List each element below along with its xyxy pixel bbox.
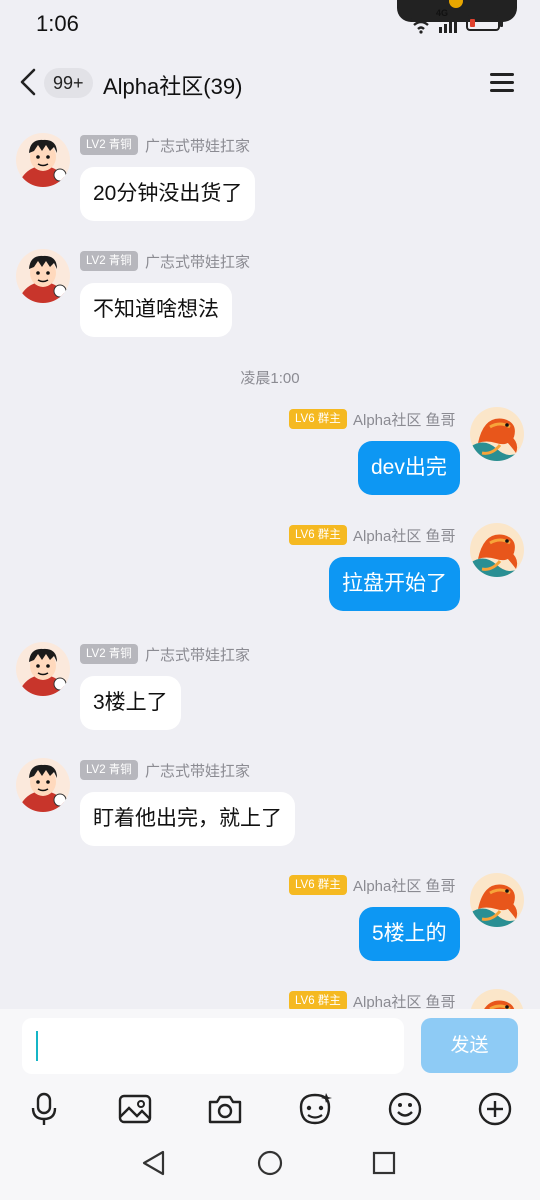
sender-name[interactable]: Alpha社区 鱼哥 — [353, 525, 456, 546]
sender-name[interactable]: 广志式带娃扛家 — [145, 135, 250, 156]
level-badge: LV6 群主 — [289, 875, 347, 895]
sender-name[interactable]: Alpha社区 鱼哥 — [353, 875, 456, 896]
time-divider: 凌晨1:00 — [240, 370, 300, 387]
message-bubble[interactable]: 盯着他出完，就上了 — [80, 792, 295, 846]
message-bubble[interactable]: 拉盘开始了 — [329, 557, 460, 611]
avatar[interactable] — [470, 989, 524, 1009]
avatar[interactable] — [16, 642, 70, 696]
sender-name[interactable]: Alpha社区 鱼哥 — [353, 409, 456, 430]
signal-icon — [439, 16, 457, 33]
message-bubble[interactable]: dev出完 — [358, 441, 460, 495]
level-badge: LV2 青铜 — [80, 251, 138, 271]
chat-header: 99+ Alpha社区(39) — [0, 55, 540, 111]
status-time: 1:06 — [36, 11, 79, 36]
avatar[interactable] — [16, 758, 70, 812]
level-badge: LV2 青铜 — [80, 644, 138, 664]
input-toolbar — [0, 1085, 540, 1133]
sender-name[interactable]: 广志式带娃扛家 — [145, 760, 250, 781]
status-bar: 1:06 4G — [0, 0, 540, 48]
level-badge: LV2 青铜 — [80, 135, 138, 155]
group-title[interactable]: Alpha社区(39) — [103, 69, 242, 101]
text-caret — [36, 1031, 38, 1061]
camera-icon[interactable] — [205, 1089, 245, 1129]
recents-square-icon[interactable] — [364, 1143, 404, 1183]
avatar[interactable] — [16, 249, 70, 303]
level-badge: LV6 群主 — [289, 409, 347, 429]
pill-dot-icon — [449, 0, 463, 8]
level-badge: LV2 青铜 — [80, 760, 138, 780]
back-triangle-icon[interactable] — [135, 1143, 175, 1183]
level-badge: LV6 群主 — [289, 991, 347, 1009]
message-bubble[interactable]: 5楼上的 — [359, 907, 460, 961]
message-list[interactable]: 凌晨1:00 LV2 青铜 广志式带娃扛家 20分钟没出货了 LV2 青铜 广志式带娃扛… — [0, 111, 540, 1009]
plus-icon[interactable] — [475, 1089, 515, 1129]
message-bubble[interactable]: 20分钟没出货了 — [80, 167, 256, 221]
sender-name[interactable]: 广志式带娃扛家 — [145, 644, 250, 665]
home-circle-icon[interactable] — [250, 1143, 290, 1183]
microphone-icon[interactable] — [24, 1089, 64, 1129]
message-input[interactable] — [22, 1018, 404, 1074]
level-badge: LV6 群主 — [289, 525, 347, 545]
battery-icon — [466, 15, 503, 31]
avatar[interactable] — [470, 523, 524, 577]
back-arrow-icon[interactable] — [14, 65, 44, 99]
sender-name[interactable]: Alpha社区 鱼哥 — [353, 991, 456, 1009]
wifi-icon — [409, 15, 433, 34]
sticker-icon[interactable] — [295, 1089, 335, 1129]
unread-count-badge[interactable]: 99+ — [44, 68, 93, 98]
sender-name[interactable]: 广志式带娃扛家 — [145, 251, 250, 272]
image-icon[interactable] — [115, 1089, 155, 1129]
send-button[interactable]: 发送 — [421, 1018, 518, 1073]
emoji-icon[interactable] — [385, 1089, 425, 1129]
avatar[interactable] — [470, 873, 524, 927]
system-nav-bar — [0, 1133, 540, 1200]
avatar[interactable] — [470, 407, 524, 461]
menu-icon[interactable] — [488, 70, 516, 94]
input-bar: 发送 — [0, 1009, 540, 1085]
system-icons: 4G — [408, 8, 508, 36]
avatar[interactable] — [16, 133, 70, 187]
message-bubble[interactable]: 3楼上了 — [80, 676, 181, 730]
message-bubble[interactable]: 不知道啥想法 — [80, 283, 232, 337]
